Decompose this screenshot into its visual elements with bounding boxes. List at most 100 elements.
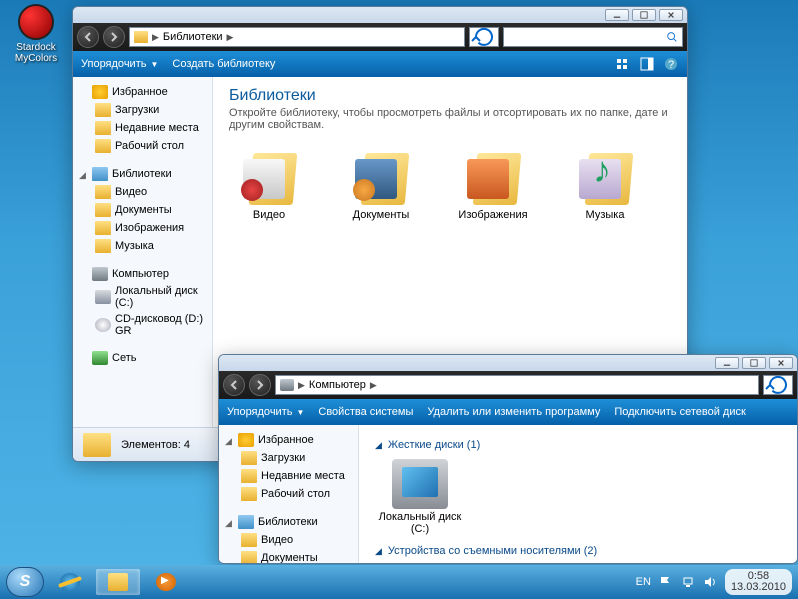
- address-segment[interactable]: Библиотеки: [163, 31, 223, 43]
- library-pictures[interactable]: Изображения: [453, 145, 533, 221]
- library-documents[interactable]: Документы: [341, 145, 421, 221]
- sidebar-network[interactable]: Сеть: [73, 349, 212, 367]
- section-label: Устройства со съемными носителями (2): [388, 545, 597, 557]
- clock-date: 13.03.2010: [731, 582, 786, 593]
- tree-label: CD-дисковод (D:) GR: [115, 313, 206, 337]
- sidebar: Избранное Загрузки Недавние места Рабочи…: [73, 77, 213, 427]
- desktop-icon-stardock[interactable]: Stardock MyColors: [6, 4, 66, 64]
- refresh-button[interactable]: [763, 375, 793, 395]
- address-bar[interactable]: ▶ Компьютер ▶: [275, 375, 759, 395]
- sidebar: ◢Избранное Загрузки Недавние места Рабоч…: [219, 425, 359, 563]
- sidebar-libraries[interactable]: ◢Библиотеки: [219, 513, 358, 531]
- sidebar-favorites[interactable]: ◢Избранное: [219, 431, 358, 449]
- tray-flag-icon[interactable]: [659, 575, 673, 589]
- toolbar-label: Создать библиотеку: [172, 58, 275, 70]
- address-segment[interactable]: Компьютер: [309, 379, 366, 391]
- close-button[interactable]: [769, 357, 793, 369]
- sidebar-desktop[interactable]: Рабочий стол: [73, 137, 212, 155]
- folder-icon: [241, 533, 257, 547]
- refresh-button[interactable]: [469, 27, 499, 47]
- expand-icon: [79, 270, 88, 279]
- content-pane: ◢Жесткие диски (1) Локальный диск (C:) ◢…: [359, 425, 797, 563]
- help-button[interactable]: ?: [663, 56, 679, 72]
- taskbar-explorer[interactable]: [96, 569, 140, 595]
- sidebar-desktop[interactable]: Рабочий стол: [219, 485, 358, 503]
- start-button[interactable]: S: [6, 567, 44, 597]
- taskbar-media-player[interactable]: [144, 569, 188, 595]
- drive-label: Локальный диск: [375, 511, 465, 523]
- close-button[interactable]: [659, 9, 683, 21]
- sidebar-cd-drive[interactable]: CD-дисковод (D:) GR: [73, 311, 212, 339]
- sidebar-local-disk[interactable]: Локальный диск (C:): [73, 283, 212, 311]
- uninstall-program-button[interactable]: Удалить или изменить программу: [427, 406, 600, 418]
- maximize-button[interactable]: [742, 357, 766, 369]
- chevron-down-icon: ▼: [296, 408, 304, 417]
- chevron-down-icon: ▼: [150, 60, 158, 69]
- back-button[interactable]: [77, 26, 99, 48]
- section-label: Жесткие диски (1): [388, 439, 480, 451]
- maximize-button[interactable]: [632, 9, 656, 21]
- folder-icon: [241, 551, 257, 563]
- taskbar-ie[interactable]: [48, 569, 92, 595]
- section-hard-drives[interactable]: ◢Жесткие диски (1): [375, 439, 781, 451]
- create-library-button[interactable]: Создать библиотеку: [172, 58, 275, 70]
- minimize-button[interactable]: [715, 357, 739, 369]
- titlebar[interactable]: [219, 355, 797, 371]
- forward-button[interactable]: [103, 26, 125, 48]
- system-tray: EN 0:58 13.03.2010: [636, 569, 792, 595]
- sidebar-recent[interactable]: Недавние места: [219, 467, 358, 485]
- section-removable[interactable]: ◢Устройства со съемными носителями (2): [375, 545, 781, 557]
- sidebar-documents[interactable]: Документы: [219, 549, 358, 563]
- forward-button[interactable]: [249, 374, 271, 396]
- tray-network-icon[interactable]: [681, 575, 695, 589]
- sidebar-video[interactable]: Видео: [73, 183, 212, 201]
- toolbar-label: Упорядочить: [227, 406, 292, 418]
- folder-icon: [95, 221, 111, 235]
- status-text: Элементов: 4: [121, 439, 190, 451]
- chevron-right-icon: ▶: [370, 380, 377, 391]
- view-options-button[interactable]: [615, 56, 631, 72]
- system-properties-button[interactable]: Свойства системы: [318, 406, 413, 418]
- folder-icon: [241, 451, 257, 465]
- tree-label: Библиотеки: [258, 516, 318, 528]
- organize-menu[interactable]: Упорядочить▼: [81, 58, 158, 70]
- explorer-window-computer: ▶ Компьютер ▶ Упорядочить ▼ Свойства сист…: [218, 354, 798, 564]
- tray-volume-icon[interactable]: [703, 575, 717, 589]
- map-network-drive-button[interactable]: Подключить сетевой диск: [614, 406, 745, 418]
- collapse-icon: ◢: [225, 436, 234, 445]
- minimize-button[interactable]: [605, 9, 629, 21]
- desktop-icon-label: Stardock: [6, 42, 66, 53]
- toolbar: Упорядочить▼ Создать библиотеку ?: [73, 51, 687, 77]
- back-button[interactable]: [223, 374, 245, 396]
- sidebar-favorites[interactable]: Избранное: [73, 83, 212, 101]
- language-indicator[interactable]: EN: [636, 576, 651, 588]
- library-music[interactable]: Музыка: [565, 145, 645, 221]
- organize-menu[interactable]: Упорядочить ▼: [227, 406, 304, 418]
- library-label: Изображения: [458, 209, 527, 221]
- video-library-icon: [239, 145, 299, 205]
- disk-icon: [95, 290, 111, 304]
- folder-icon: [95, 185, 111, 199]
- library-video[interactable]: Видео: [229, 145, 309, 221]
- search-input[interactable]: [503, 27, 683, 47]
- sidebar-libraries[interactable]: ◢Библиотеки: [73, 165, 212, 183]
- address-bar[interactable]: ▶ Библиотеки ▶: [129, 27, 465, 47]
- tree-label: Недавние места: [115, 122, 199, 134]
- sidebar-downloads[interactable]: Загрузки: [73, 101, 212, 119]
- sidebar-computer[interactable]: Компьютер: [73, 265, 212, 283]
- status-icon: [83, 433, 111, 457]
- clock[interactable]: 0:58 13.03.2010: [725, 569, 792, 595]
- taskbar: S EN 0:58 13.03.2010: [0, 565, 798, 599]
- sidebar-pictures[interactable]: Изображения: [73, 219, 212, 237]
- drive-local-c[interactable]: Локальный диск (C:): [375, 459, 465, 535]
- sidebar-downloads[interactable]: Загрузки: [219, 449, 358, 467]
- sidebar-video[interactable]: Видео: [219, 531, 358, 549]
- preview-pane-button[interactable]: [639, 56, 655, 72]
- library-label: Музыка: [586, 209, 625, 221]
- sidebar-recent[interactable]: Недавние места: [73, 119, 212, 137]
- titlebar[interactable]: [73, 7, 687, 23]
- internet-explorer-icon: [60, 573, 80, 591]
- chevron-right-icon: ▶: [152, 32, 159, 43]
- sidebar-documents[interactable]: Документы: [73, 201, 212, 219]
- sidebar-music[interactable]: Музыка: [73, 237, 212, 255]
